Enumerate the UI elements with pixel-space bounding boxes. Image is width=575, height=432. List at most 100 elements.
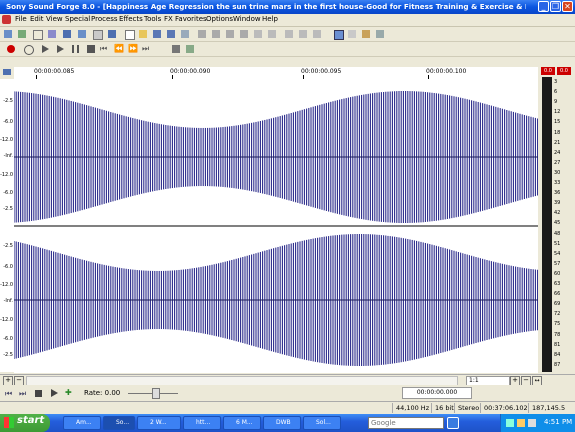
scale-label: -6.0 — [3, 264, 13, 270]
scale-label: -2.5 — [3, 243, 13, 249]
play-small-icon[interactable] — [51, 389, 58, 397]
rewind-icon[interactable]: ⏪ — [114, 45, 124, 53]
fast-forward-icon[interactable]: ⏩ — [128, 45, 138, 53]
pencil-tool-icon[interactable] — [362, 30, 370, 38]
record-icon[interactable] — [7, 45, 15, 53]
attach-icon[interactable] — [186, 45, 194, 53]
taskbar-button[interactable]: 6 M... — [223, 416, 261, 430]
taskbar-button[interactable]: 2 W... — [137, 416, 181, 430]
undo-icon[interactable] — [285, 30, 293, 38]
play-plugin-icon[interactable]: ✚ — [65, 388, 72, 397]
restore-button[interactable]: ❐ — [550, 1, 561, 12]
search-icon[interactable] — [447, 417, 459, 429]
waveform-display[interactable] — [14, 79, 538, 373]
taskbar-button[interactable]: htt... — [183, 416, 221, 430]
level-scale: -2.5 -6.0 -12.0 -Inf. -12.0 -6.0 -2.5 -2… — [0, 79, 15, 372]
menu-view[interactable]: View — [46, 15, 63, 23]
transport-toolbar: ⏮ ⏪ ⏩ ⏭ — [0, 42, 575, 57]
copy-icon[interactable] — [212, 30, 220, 38]
meter-mark: 9 — [554, 99, 558, 106]
tray-icon[interactable] — [517, 419, 525, 427]
meter-mark: 72 — [554, 311, 561, 318]
crop-icon[interactable] — [268, 30, 276, 38]
marker-icon[interactable] — [33, 30, 43, 40]
menu-help[interactable]: Help — [262, 15, 278, 23]
meter-mark: 15 — [554, 119, 561, 126]
system-tray: 4:51 PM — [500, 414, 575, 432]
meter-mark: 51 — [554, 240, 561, 247]
spectrum-icon[interactable] — [108, 30, 116, 38]
bottom-transport: ⏮ ⏭ ✚ Rate: 0.00 00:00:00.000 — [0, 385, 575, 400]
taskbar-button[interactable]: Sol... — [303, 416, 341, 430]
edit-tool-icon[interactable] — [334, 30, 344, 40]
channel-2-waveform — [14, 234, 538, 366]
waveform-icon[interactable] — [18, 30, 26, 38]
level-meter: 0.0 0.0 3 6 9 12 15 18 21 24 27 30 33 36 39 42 45 48 51 5… — [538, 63, 575, 374]
menu-edit[interactable]: Edit — [30, 15, 44, 23]
region-icon[interactable] — [48, 30, 56, 38]
repeat-icon[interactable] — [313, 30, 321, 38]
minimize-button[interactable]: _ — [538, 1, 549, 12]
close-button[interactable]: ✕ — [562, 1, 573, 12]
menu-tools[interactable]: Tools — [144, 15, 161, 23]
meter-mark: 27 — [554, 159, 561, 166]
meter-mark: 30 — [554, 169, 561, 176]
taskbar-button[interactable]: DWB — [263, 416, 301, 430]
peak-right[interactable]: 0.0 — [557, 67, 571, 75]
start-button[interactable]: start — [0, 414, 50, 432]
meter-mark: 60 — [554, 270, 561, 277]
play-icon[interactable] — [57, 45, 64, 53]
trim-icon[interactable] — [254, 30, 262, 38]
go-to-end-small-icon[interactable]: ⏭ — [19, 389, 26, 399]
envelope-icon[interactable] — [63, 30, 71, 38]
render-icon[interactable] — [181, 30, 189, 38]
stop-small-icon[interactable] — [35, 390, 42, 397]
google-search-input[interactable] — [368, 417, 444, 429]
pencil-icon[interactable] — [78, 30, 86, 38]
go-to-start-icon[interactable]: ⏮ — [100, 45, 108, 53]
menu-special[interactable]: Special — [65, 15, 90, 23]
taskbar-button-active[interactable]: So... — [103, 416, 135, 430]
meter-mark: 54 — [554, 250, 561, 257]
go-to-end-icon[interactable]: ⏭ — [142, 45, 150, 53]
tray-icon[interactable] — [506, 419, 514, 427]
save-icon[interactable] — [153, 30, 161, 38]
cut-icon[interactable] — [198, 30, 206, 38]
clock[interactable]: 4:51 PM — [544, 418, 572, 426]
snap-icon[interactable] — [172, 45, 180, 53]
peak-left[interactable]: 0.0 — [541, 67, 555, 75]
loop-icon[interactable] — [24, 45, 34, 55]
menu-process[interactable]: Process — [91, 15, 118, 23]
taskbar-button[interactable]: Am... — [63, 416, 101, 430]
new-file-icon[interactable] — [125, 30, 135, 40]
rate-slider-thumb[interactable] — [152, 388, 160, 399]
time-format-icon[interactable] — [3, 69, 11, 75]
menu-effects[interactable]: Effects — [119, 15, 143, 23]
scale-label: -6.0 — [3, 119, 13, 125]
menu-fx-favorites[interactable]: FX Favorites — [164, 15, 207, 23]
volume-icon[interactable] — [528, 419, 536, 427]
menu-file[interactable]: File — [15, 15, 27, 23]
paste-icon[interactable] — [226, 30, 234, 38]
app-icon[interactable] — [2, 15, 11, 24]
save-as-icon[interactable] — [167, 30, 175, 38]
taskbar: start Am... So... 2 W... htt... 6 M... D… — [0, 414, 575, 432]
playlist-icon[interactable] — [93, 30, 103, 40]
open-icon[interactable] — [139, 30, 147, 38]
play-all-icon[interactable] — [42, 45, 49, 53]
standard-toolbar — [0, 27, 575, 42]
tools-icon[interactable] — [4, 30, 12, 38]
position-display[interactable]: 00:00:00.000 — [402, 387, 472, 399]
stop-icon[interactable] — [87, 45, 95, 53]
event-tool-icon[interactable] — [376, 30, 384, 38]
go-to-start-small-icon[interactable]: ⏮ — [5, 389, 12, 399]
magnify-tool-icon[interactable] — [348, 30, 356, 38]
scale-label: -Inf. — [3, 298, 13, 304]
menu-window[interactable]: Window — [233, 15, 261, 23]
scale-label: -12.0 — [0, 282, 13, 288]
menu-options[interactable]: Options — [206, 15, 233, 23]
redo-icon[interactable] — [299, 30, 307, 38]
meter-mark: 24 — [554, 149, 561, 156]
mix-icon[interactable] — [240, 30, 248, 38]
pause-icon[interactable] — [72, 45, 79, 53]
